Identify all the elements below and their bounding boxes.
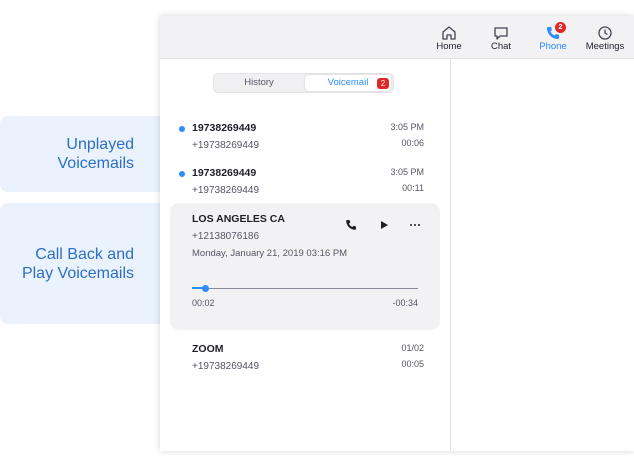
pane-divider <box>450 59 451 451</box>
home-icon <box>442 26 456 40</box>
voicemail-date-short: 01/02 <box>401 343 424 353</box>
clock-icon <box>598 26 612 40</box>
expanded-voicemail[interactable]: LOS ANGELES CA +12138076186 Monday, Janu… <box>170 203 440 330</box>
app-window: Home Chat 2 Phone Meetings History Voice… <box>160 16 634 451</box>
remaining-time: -00:34 <box>392 298 418 308</box>
voicemail-date: Monday, January 21, 2019 03:16 PM <box>192 248 348 259</box>
elapsed-time: 00:02 <box>192 298 215 308</box>
caller-name: LOS ANGELES CA <box>192 213 285 225</box>
caller-number: +19738269449 <box>192 185 260 196</box>
nav-phone[interactable]: 2 Phone <box>528 16 578 59</box>
tab-history[interactable]: History <box>216 75 302 91</box>
nav-phone-label: Phone <box>539 41 567 52</box>
nav-chat[interactable]: Chat <box>476 16 526 59</box>
callout-call-back-play: Call Back and Play Voicemails <box>0 203 172 324</box>
list-item[interactable]: ZOOM +19738269449 01/02 00:05 <box>160 340 450 384</box>
voicemail-duration: 00:11 <box>402 183 424 193</box>
tab-voicemail[interactable]: Voicemail 2 <box>305 75 391 91</box>
playback-scrubber[interactable] <box>192 285 418 292</box>
callout-line: Play Voicemails <box>21 264 134 282</box>
voicemail-duration: 00:06 <box>401 138 424 148</box>
callout-line: Voicemails <box>57 155 134 172</box>
caller-name: 19738269449 <box>192 167 257 179</box>
caller-number: +19738269449 <box>192 140 260 151</box>
callout-unplayed-voicemails: Unplayed Voicemails <box>0 116 172 192</box>
tab-voicemail-label: Voicemail <box>327 77 369 88</box>
callout-line: Call Back and <box>35 245 134 263</box>
callout-line: Unplayed <box>66 136 134 153</box>
play-icon[interactable] <box>376 217 392 233</box>
nav-home[interactable]: Home <box>424 16 474 59</box>
list-item[interactable]: 19738269449 +19738269449 3:05 PM 00:06 <box>160 119 450 163</box>
nav-meetings[interactable]: Meetings <box>580 16 630 59</box>
list-item[interactable]: 19738269449 +19738269449 3:05 PM 00:11 <box>160 164 450 208</box>
nav-chat-label: Chat <box>490 41 512 52</box>
voicemail-time: 3:05 PM <box>390 167 424 177</box>
caller-name: ZOOM <box>192 343 224 355</box>
call-back-icon[interactable] <box>343 217 359 233</box>
unplayed-dot <box>179 171 185 177</box>
voicemail-time: 3:05 PM <box>390 122 424 132</box>
voicemail-pane: History Voicemail 2 19738269449 +1973826… <box>160 59 450 451</box>
phone-badge: 2 <box>555 22 566 33</box>
chat-icon <box>494 27 508 40</box>
more-icon[interactable] <box>407 217 423 233</box>
caller-number: +19738269449 <box>192 361 260 372</box>
scrubber-handle[interactable] <box>202 285 210 292</box>
unplayed-dot <box>179 126 185 132</box>
caller-number: +12138076186 <box>192 231 260 242</box>
voicemail-duration: 00:05 <box>401 359 424 369</box>
top-nav-bar: Home Chat 2 Phone Meetings <box>160 16 634 59</box>
nav-home-label: Home <box>436 41 462 52</box>
voicemail-badge: 2 <box>377 78 389 89</box>
stage: Unplayed Voicemails Call Back and Play V… <box>0 0 634 467</box>
caller-name: 19738269449 <box>192 122 257 134</box>
history-voicemail-toggle: History Voicemail 2 <box>213 73 394 93</box>
nav-meetings-label: Meetings <box>585 41 625 52</box>
